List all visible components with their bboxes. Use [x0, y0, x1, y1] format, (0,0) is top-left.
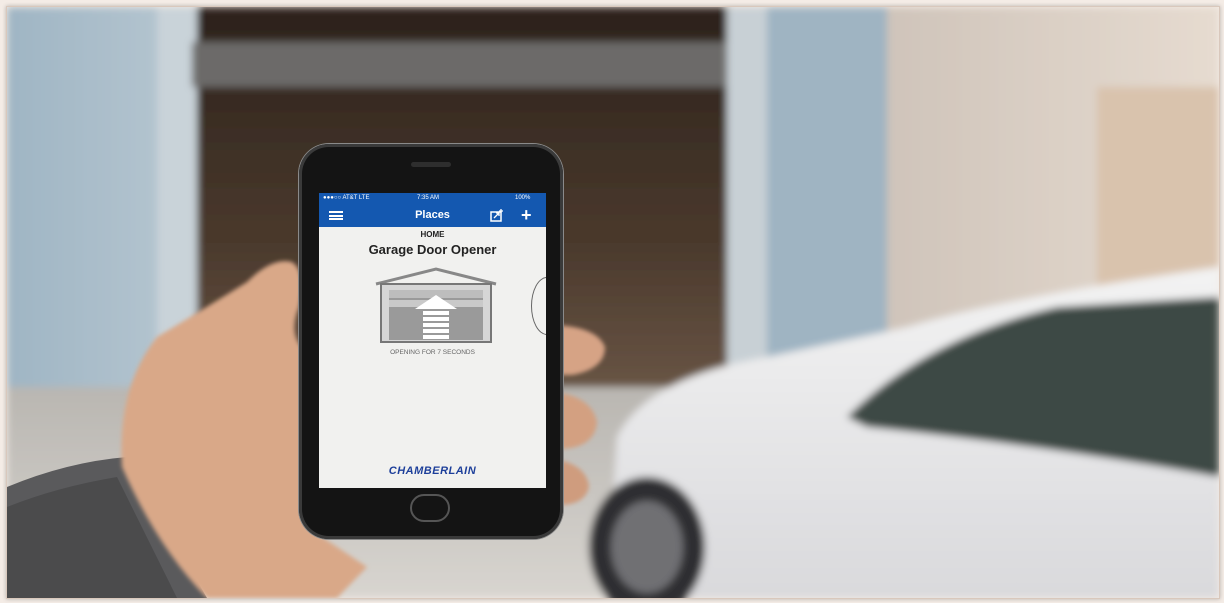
nav-title: Places [415, 209, 450, 221]
place-label: HOME [420, 230, 445, 239]
garage-door-icon[interactable] [373, 266, 499, 344]
carrier-signal: ●●●○○ AT&T LTE [323, 195, 370, 201]
status-bar: ●●●○○ AT&T LTE 7:35 AM 100% [319, 193, 546, 203]
page-indicator [424, 480, 438, 488]
home-button[interactable] [410, 494, 450, 522]
phone-speaker [411, 162, 451, 167]
phone-screen: ●●●○○ AT&T LTE 7:35 AM 100% Places + HOM… [319, 193, 546, 488]
battery-level: 100% [515, 195, 531, 201]
photo-frame: ●●●○○ AT&T LTE 7:35 AM 100% Places + HOM… [6, 6, 1220, 599]
background-photo [7, 7, 1219, 598]
chamberlain-logo: CHAMBERLAIN [388, 465, 477, 477]
nav-bar: Places + [319, 203, 546, 227]
smartphone: ●●●○○ AT&T LTE 7:35 AM 100% Places + HOM… [299, 144, 563, 539]
swap-icon[interactable] [490, 209, 505, 222]
next-device-edge[interactable] [531, 277, 546, 335]
add-icon[interactable]: + [521, 205, 532, 225]
status-time: 7:35 AM [417, 195, 440, 201]
device-name: Garage Door Opener [368, 242, 497, 257]
door-status: OPENING FOR 7 SECONDS [390, 349, 475, 356]
